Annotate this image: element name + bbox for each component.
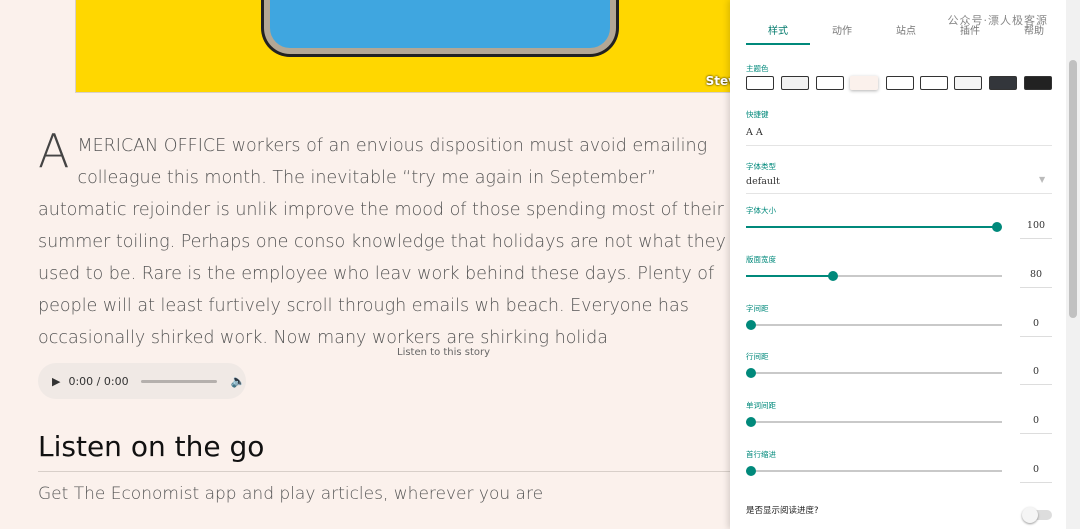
- slider-label: 字间距: [746, 304, 769, 313]
- section-divider: [38, 471, 730, 472]
- theme-swatch[interactable]: [850, 76, 878, 90]
- tab-style[interactable]: 样式: [746, 22, 810, 45]
- slider-fill: [746, 226, 997, 228]
- divider: [746, 145, 1052, 146]
- slider-value-input[interactable]: 100: [1020, 214, 1052, 239]
- slider-track[interactable]: [746, 320, 1002, 330]
- tab-sites[interactable]: 站点: [874, 22, 938, 43]
- slider-label: 单词间距: [746, 401, 776, 410]
- settings-tabs: 样式 动作 站点 插件 帮助: [746, 22, 1066, 45]
- theme-swatch[interactable]: [989, 76, 1017, 90]
- theme-color-label: 主题色: [746, 64, 769, 73]
- slider-track[interactable]: [746, 417, 1002, 427]
- theme-swatch[interactable]: [746, 76, 774, 90]
- slider-knob[interactable]: [746, 466, 756, 476]
- theme-swatch[interactable]: [954, 76, 982, 90]
- slider-track[interactable]: [746, 222, 1002, 232]
- phone-illustration: [264, 0, 616, 54]
- slider-track[interactable]: [746, 271, 1002, 281]
- font-type-label: 字体类型: [746, 162, 776, 171]
- listen-label: Listen to this story: [397, 347, 491, 358]
- slider-knob[interactable]: [746, 368, 756, 378]
- slider-knob[interactable]: [991, 222, 1002, 232]
- slider-track[interactable]: [746, 466, 1002, 476]
- slider-value-input[interactable]: 0: [1020, 312, 1052, 337]
- article-paragraph: A MERICAN OFFICE workers of an envious d…: [38, 124, 738, 354]
- slider-value-input[interactable]: 80: [1020, 263, 1052, 288]
- volume-icon[interactable]: 🔈: [231, 374, 246, 388]
- audio-time: 0:00 / 0:00: [68, 374, 129, 388]
- slider-label: 版面宽度: [746, 255, 776, 264]
- theme-swatch[interactable]: [886, 76, 914, 90]
- slider-label: 行间距: [746, 352, 769, 361]
- scrollbar-thumb[interactable]: [1069, 60, 1077, 318]
- section-subtitle[interactable]: Get The Economist app and play articles,…: [38, 484, 543, 504]
- tab-plugins[interactable]: 插件: [938, 22, 1002, 43]
- section-title: Listen on the go: [38, 430, 265, 463]
- hero-image: Stev: [75, 0, 757, 93]
- theme-swatch[interactable]: [816, 76, 844, 90]
- play-icon[interactable]: ▶: [52, 375, 60, 388]
- slider-track[interactable]: [746, 368, 1002, 378]
- slider-knob[interactable]: [746, 417, 756, 427]
- reading-progress-toggle[interactable]: [1022, 507, 1052, 523]
- slider-label: 字体大小: [746, 206, 776, 215]
- hotkey-value[interactable]: A A: [746, 127, 763, 138]
- panel-scrollbar[interactable]: [1066, 0, 1080, 529]
- slider-fill: [746, 275, 834, 277]
- reader-settings-panel: 公众号·漂人极客源 样式 动作 站点 插件 帮助 主题色 快捷键 A A 字体类…: [730, 0, 1066, 529]
- audio-progress-track[interactable]: [140, 379, 217, 383]
- slider-value-input[interactable]: 0: [1020, 360, 1052, 385]
- chevron-down-icon[interactable]: ▼: [1039, 175, 1045, 184]
- slider-value-input[interactable]: 0: [1020, 458, 1052, 483]
- audio-player[interactable]: ▶ 0:00 / 0:00 🔈: [38, 363, 246, 399]
- slider-value-input[interactable]: 0: [1020, 409, 1052, 434]
- drop-cap: A: [38, 124, 70, 178]
- theme-swatch[interactable]: [781, 76, 809, 90]
- tab-help[interactable]: 帮助: [1002, 22, 1066, 43]
- font-type-select[interactable]: default: [746, 176, 780, 187]
- article-body: A MERICAN OFFICE workers of an envious d…: [38, 124, 738, 354]
- slider-knob[interactable]: [746, 320, 756, 330]
- slider-label: 首行缩进: [746, 450, 776, 459]
- theme-swatch[interactable]: [920, 76, 948, 90]
- divider: [746, 193, 1052, 194]
- theme-swatch[interactable]: [1024, 76, 1052, 90]
- hotkey-label: 快捷键: [746, 110, 769, 119]
- article-text: MERICAN OFFICE workers of an envious dis…: [38, 136, 726, 348]
- tab-actions[interactable]: 动作: [810, 22, 874, 43]
- reading-progress-label: 是否显示阅读进度?: [746, 506, 819, 516]
- slider-knob[interactable]: [828, 271, 839, 281]
